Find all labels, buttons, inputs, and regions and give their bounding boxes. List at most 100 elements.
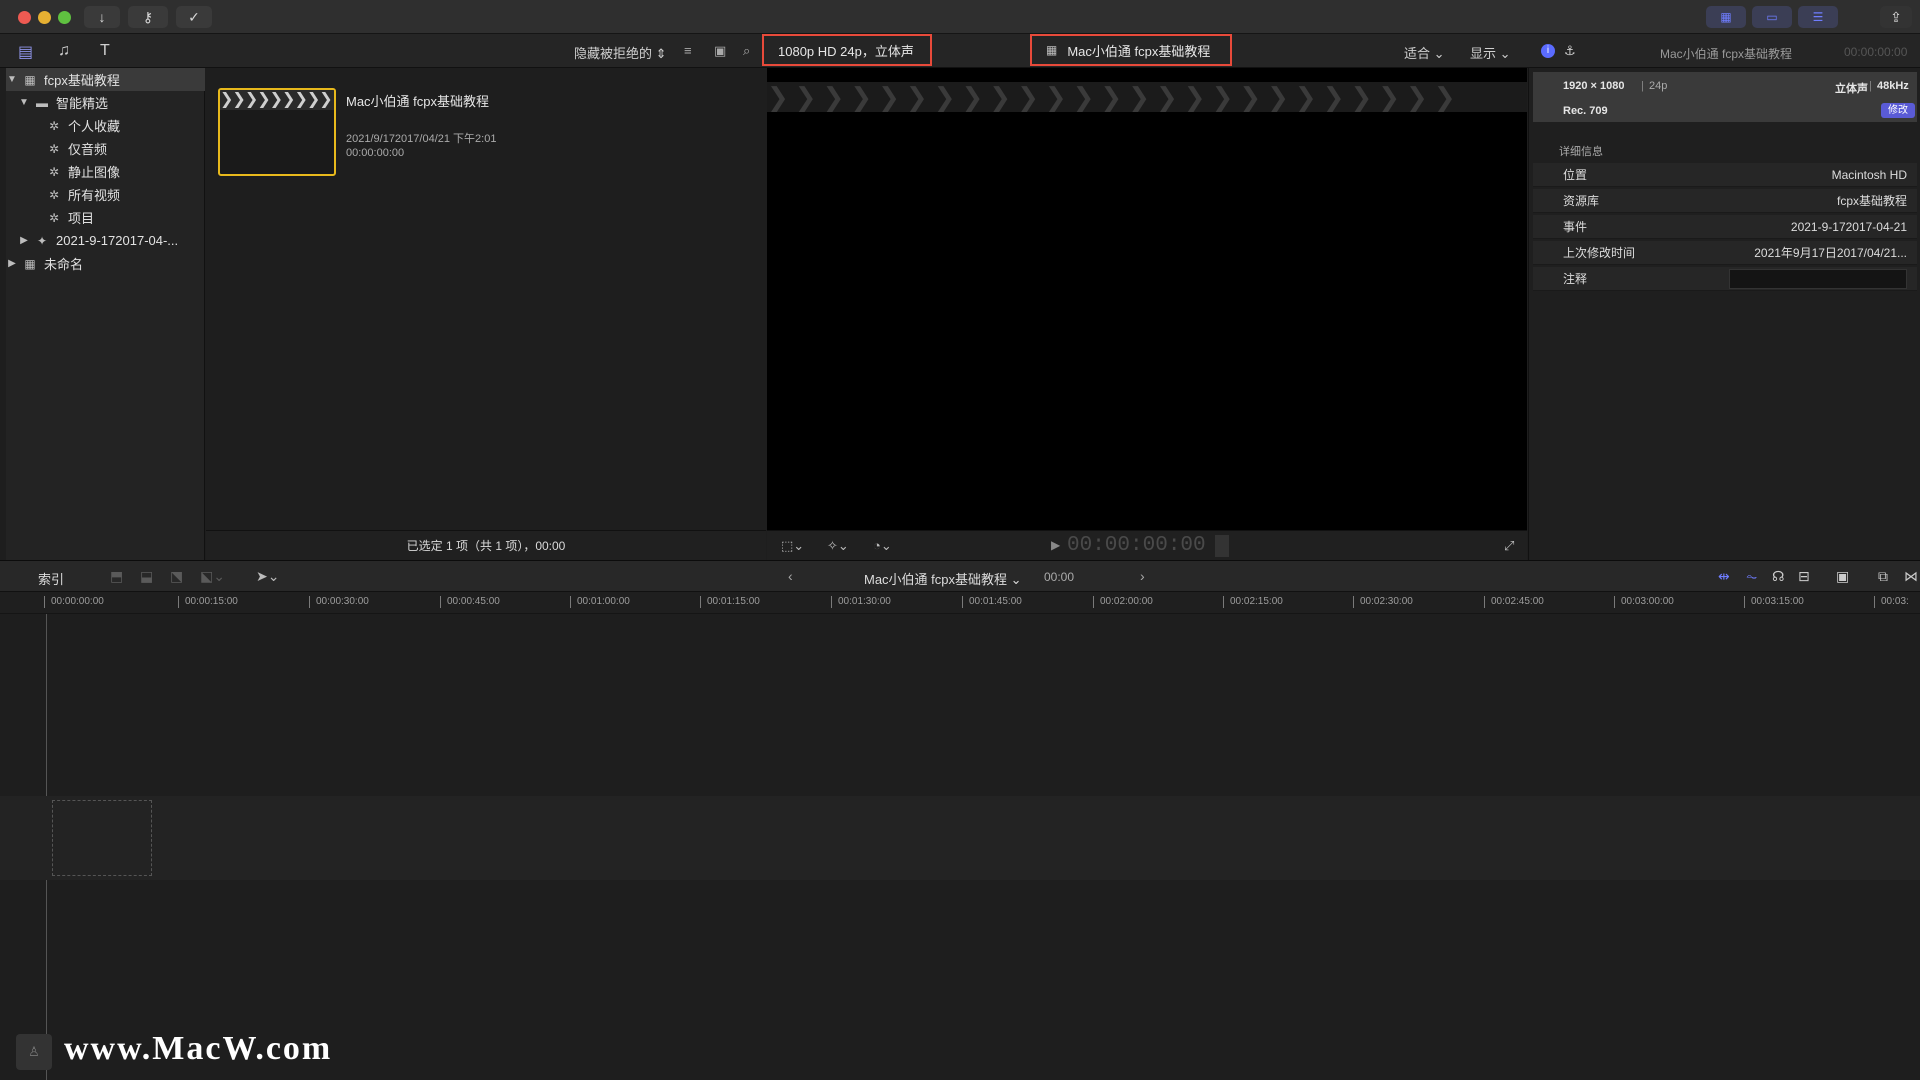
detail-row-modified: 上次修改时间 2021年9月17日2017/04/21... [1533,241,1917,265]
share-button[interactable]: ⇪ [1880,6,1912,28]
placeholder-clapper-icon: ❯❯❯❯❯❯❯❯❯❯❯❯❯❯❯❯❯❯❯❯❯❯❯❯❯ [767,82,1527,112]
clip-thumbnail[interactable]: ❯❯❯❯❯❯❯❯❯ [218,88,336,176]
ruler-tick: 00:00:00:00 [44,596,104,608]
background-tasks-button[interactable]: ✓ [176,6,212,28]
headphones-icon[interactable]: ☊ [1772,568,1784,585]
colorspace-value: Rec. 709 [1563,105,1608,117]
sidebar-untitled-library[interactable]: ▶ ▦ 未命名 [6,252,205,275]
checkmark-circle-icon: ✓ [188,8,200,25]
grid-icon: ▦ [1720,10,1732,24]
watermark-text: www.MacW.com [64,1030,333,1067]
filmstrip-view-icon[interactable]: ▣ [714,43,726,59]
append-clip-icon[interactable]: ⬔ [170,568,183,585]
sidebar-item-all-video[interactable]: ✲ 所有视频 [6,183,205,206]
timeline[interactable]: ♙ www.MacW.com [0,614,1920,1080]
strip-icon: ▭ [1766,10,1778,24]
timeline-ruler[interactable]: 00:00:00:00 00:00:15:00 00:00:30:00 00:0… [0,592,1920,614]
ruler-tick: 00:02:15:00 [1223,596,1283,608]
disclosure-down-icon[interactable]: ▼ [18,97,30,108]
view-dropdown[interactable]: 显示 ⌄ [1470,43,1511,62]
avatar: ♙ [16,1034,52,1070]
sidebar-smart-folder[interactable]: ▼ ▬ 智能精选 [6,91,205,114]
connect-clip-icon[interactable]: ⬒ [110,568,123,585]
skimming-icon[interactable]: ⇹ [1718,568,1730,585]
zoom-fit-dropdown[interactable]: 适合 ⌄ [1404,43,1445,62]
details-section-title: 详细信息 [1559,146,1603,158]
transform-icon[interactable]: ⬚⌄ [781,538,804,554]
gear-icon: ✲ [48,118,60,133]
insert-clip-icon[interactable]: ⬓ [140,568,153,585]
index-button[interactable]: 索引 [38,569,64,588]
ruler-tick: 00:00:30:00 [309,596,369,608]
disclosure-right-icon[interactable]: ▶ [18,235,30,246]
back-chevron-icon[interactable]: ‹ [788,568,793,584]
filter-dropdown[interactable]: 隐藏被拒绝的 ⇕ [574,43,667,62]
ruler-tick: 00:03: [1874,596,1909,608]
modify-button[interactable]: 修改 [1881,103,1915,118]
library-icon: ▦ [24,256,36,271]
enhance-wand-icon[interactable]: ✧⌄ [827,538,849,554]
browser-layout-button[interactable]: ▦ [1706,6,1746,28]
download-arrow-icon: ↓ [98,9,106,25]
empty-storyline-placeholder [52,800,152,876]
event-star-icon: ✦ [36,233,48,248]
audio-skimming-icon[interactable]: ⏦ [1746,568,1757,585]
info-inspector-icon[interactable]: i [1541,44,1555,58]
timeline-project-title[interactable]: Mac小伯通 fcpx基础教程 ⌄ [864,569,1022,588]
close-window-button[interactable] [18,11,31,24]
ruler-tick: 00:01:30:00 [831,596,891,608]
titles-generators-icon[interactable]: T [100,42,110,60]
ruler-tick: 00:01:00:00 [570,596,630,608]
sidebar-event[interactable]: ▶ ✦ 2021-9-172017-04-... [6,229,205,252]
transitions-browser-icon[interactable]: ⋈ [1904,568,1918,585]
ruler-tick: 00:02:45:00 [1484,596,1544,608]
sidebar-item-projects[interactable]: ✲ 项目 [6,206,205,229]
forward-chevron-icon[interactable]: › [1140,568,1145,584]
sidebar-item-stills[interactable]: ✲ 静止图像 [6,160,205,183]
retime-icon[interactable]: ◔⌄ [873,538,892,554]
effects-browser-icon[interactable]: ⧉ [1878,568,1888,585]
photos-audio-icon[interactable]: ♫ [58,42,70,60]
snapping-icon[interactable]: ⊟ [1798,568,1810,585]
overwrite-clip-icon[interactable]: ⬕⌄ [200,568,225,585]
gear-icon: ✲ [48,164,60,179]
primary-storyline[interactable] [0,796,1920,880]
clip-appearance-icon[interactable]: ▣ [1836,568,1849,585]
gear-icon: ✲ [48,210,60,225]
viewer-timecode: 00:00:00:00 [1067,534,1206,557]
project-format-label: 1080p HD 24p，立体声 [778,43,914,59]
ruler-tick: 00:01:15:00 [700,596,760,608]
play-icon[interactable]: ▶ [1051,538,1060,552]
import-button[interactable]: ↓ [84,6,120,28]
ruler-tick: 00:02:00:00 [1093,596,1153,608]
ruler-tick: 00:03:00:00 [1614,596,1674,608]
fullscreen-icon[interactable]: ⤢ [1504,538,1514,554]
inspector-layout-button[interactable]: ☰ [1798,6,1838,28]
keywords-button[interactable]: ⚷ [128,6,168,28]
sidebar-library[interactable]: ▼ ▦ fcpx基础教程 [6,68,205,91]
minimize-window-button[interactable] [38,11,51,24]
libraries-sidebar: ▼ ▦ fcpx基础教程 ▼ ▬ 智能精选 ✲ 个人收藏 ✲ 仅音频 ✲ 静止图像 ✲… [6,68,205,560]
libraries-icon[interactable]: ▤ [18,42,33,62]
updown-chevron-icon: ⇕ [655,46,667,61]
audio-meter-mini [1215,535,1229,557]
inspector-format-panel: 1920 × 1080 | 24p 立体声 | 48kHz Rec. 709 修… [1533,72,1917,122]
sidebar-item-favorites[interactable]: ✲ 个人收藏 [6,114,205,137]
notes-input[interactable] [1729,268,1907,289]
timeline-layout-button[interactable]: ▭ [1752,6,1792,28]
viewer-project-title: Mac小伯通 fcpx基础教程 [1067,43,1211,59]
share-icon: ⇪ [1890,8,1902,25]
inspector-header-title: Mac小伯通 fcpx基础教程 [1660,47,1793,61]
samplerate-value: 48kHz [1877,80,1909,92]
zoom-window-button[interactable] [58,11,71,24]
sidebar-item-audio-only[interactable]: ✲ 仅音频 [6,137,205,160]
share-inspector-icon[interactable]: ⚓ [1564,43,1576,59]
disclosure-right-icon[interactable]: ▶ [6,258,18,269]
select-tool-icon[interactable]: ➤⌄ [256,568,279,585]
selection-status: 已选定 1 项（共 1 项），00:00 [406,539,566,553]
ruler-tick: 00:01:45:00 [962,596,1022,608]
search-icon[interactable]: ⌕ [743,43,750,59]
detail-row-event: 事件 2021-9-172017-04-21 [1533,215,1917,239]
list-view-icon[interactable]: ≡ [684,43,692,58]
disclosure-down-icon[interactable]: ▼ [6,74,18,85]
